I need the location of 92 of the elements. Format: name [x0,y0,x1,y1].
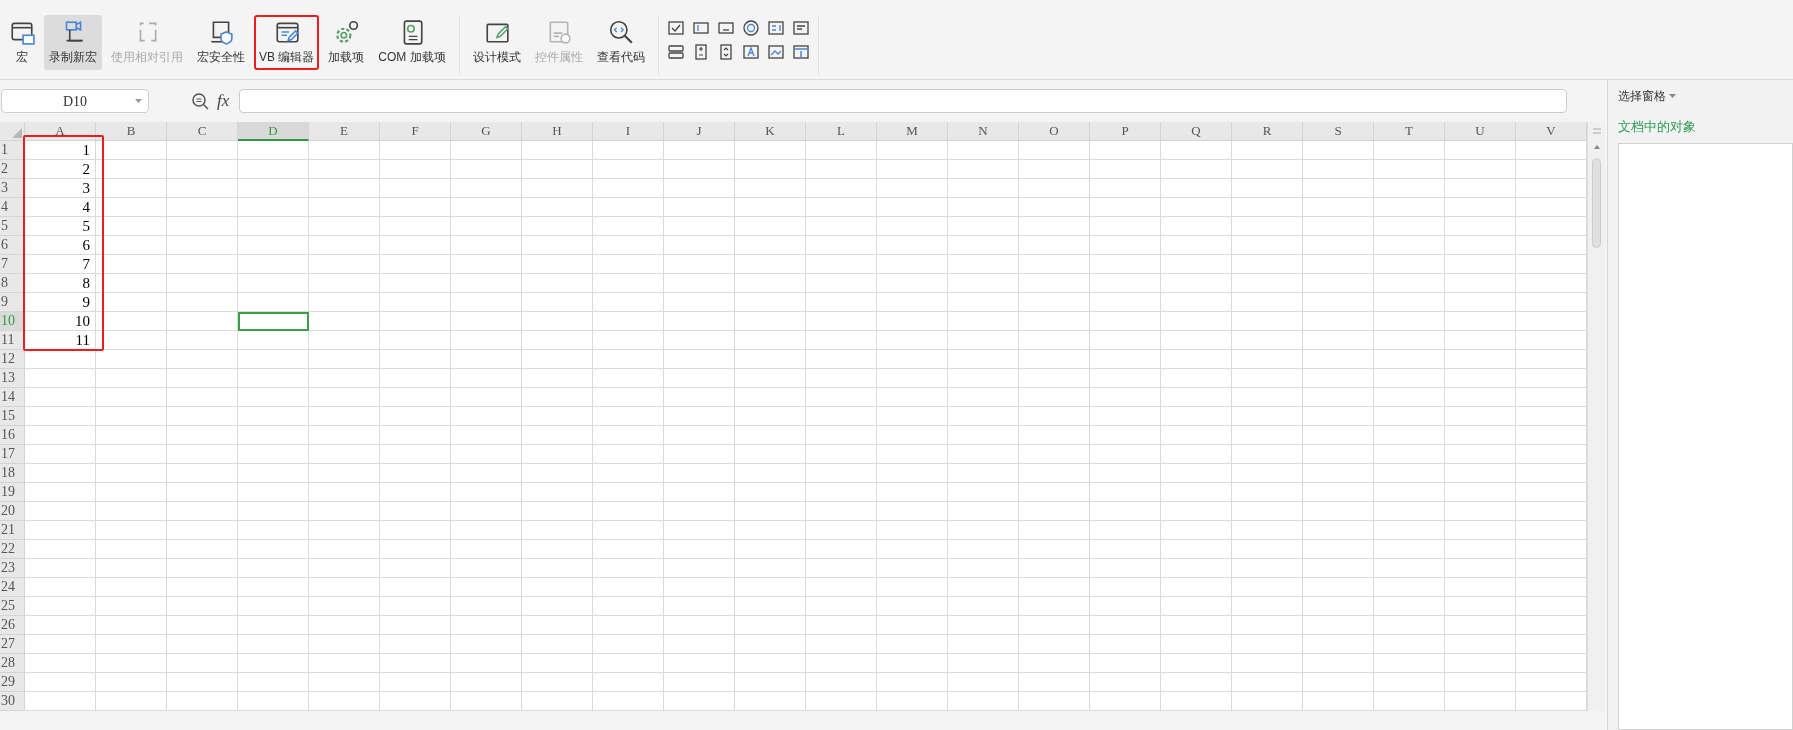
ribbon-button[interactable]: 宏 [4,15,40,70]
row-header[interactable]: 28 [0,654,25,673]
column-header[interactable]: Q [1161,122,1232,141]
row-header[interactable]: 25 [0,597,25,616]
row-header[interactable]: 1 [0,141,25,160]
column-header[interactable]: R [1232,122,1303,141]
shield-icon [208,19,234,45]
row-header[interactable]: 12 [0,350,25,369]
caret-icon [135,99,142,104]
row-header[interactable]: 5 [0,217,25,236]
combo-box-icon[interactable] [791,19,810,37]
row-header[interactable]: 9 [0,293,25,312]
row-header[interactable]: 6 [0,236,25,255]
ribbon-button[interactable]: 录制新宏 [44,15,102,70]
row-header[interactable]: 8 [0,274,25,293]
checkbox-icon[interactable] [666,19,685,37]
row-header[interactable]: 27 [0,635,25,654]
formula-input[interactable] [239,89,1568,113]
ribbon-button[interactable]: 设计模式 [467,15,526,70]
section-heading: 文档中的对象 [1618,118,1697,136]
row-header[interactable]: 22 [0,540,25,559]
row-header[interactable]: 13 [0,369,25,388]
table-cell[interactable]: 7 [25,255,96,274]
ribbon-button[interactable]: COM 加载项 [373,15,451,70]
table-cell[interactable]: 10 [25,312,96,331]
table-cell[interactable]: 11 [25,331,96,350]
vertical-scrollbar[interactable] [1587,122,1605,711]
pane-title[interactable]: 选择窗格 [1618,87,1666,105]
zoom-icon[interactable] [191,92,209,110]
column-header[interactable]: B [96,122,167,141]
radio-icon[interactable] [741,19,760,37]
button-icon[interactable] [666,43,685,61]
row-header[interactable]: 30 [0,692,25,711]
label-icon[interactable] [716,19,735,37]
table-cell[interactable]: 9 [25,293,96,312]
ribbon-button[interactable]: 加载项 [323,15,370,70]
ribbon-button[interactable]: VB 编辑器 [254,15,320,70]
table-cell[interactable]: 1 [25,141,96,160]
table-cell[interactable]: 5 [25,217,96,236]
column-header[interactable]: J [664,122,735,141]
row-header[interactable]: 7 [0,255,25,274]
column-header[interactable]: C [167,122,238,141]
table-cell[interactable]: 2 [25,160,96,179]
row-header[interactable]: 20 [0,502,25,521]
row-header[interactable]: 26 [0,616,25,635]
scroll-thumb[interactable] [1592,158,1601,248]
row-header[interactable]: 2 [0,160,25,179]
ribbon-button[interactable]: 查看代码 [591,15,650,70]
column-header[interactable]: N [948,122,1019,141]
image-icon[interactable] [766,43,785,61]
name-box[interactable]: D10 [1,89,149,113]
column-header[interactable]: O [1019,122,1090,141]
column-header[interactable]: U [1445,122,1516,141]
function-label[interactable]: fx [217,88,230,114]
table-cell[interactable]: 8 [25,274,96,293]
row-header[interactable]: 15 [0,407,25,426]
column-header[interactable]: M [877,122,948,141]
caret-icon [1669,93,1676,99]
column-header[interactable]: T [1374,122,1445,141]
row-header[interactable]: 11 [0,331,25,350]
row-header[interactable]: 3 [0,179,25,198]
row-header[interactable]: 21 [0,521,25,540]
table-cell[interactable]: 4 [25,198,96,217]
row-header[interactable]: 14 [0,388,25,407]
list-box-icon[interactable] [766,19,785,37]
text-box-icon[interactable] [741,43,760,61]
gear-icon [333,19,360,45]
code-search-icon [607,19,634,45]
column-header[interactable]: E [309,122,380,141]
column-header[interactable]: F [380,122,451,141]
row-header[interactable]: 23 [0,559,25,578]
column-header[interactable]: L [806,122,877,141]
row-header[interactable]: 4 [0,198,25,217]
row-header[interactable]: 24 [0,578,25,597]
column-header[interactable]: V [1516,122,1587,141]
column-header[interactable]: I [593,122,664,141]
row-header[interactable]: 19 [0,483,25,502]
row-header[interactable]: 18 [0,464,25,483]
selected-cell[interactable] [238,312,309,331]
column-header[interactable]: K [735,122,806,141]
column-header[interactable]: S [1303,122,1374,141]
row-header[interactable]: 16 [0,426,25,445]
column-header[interactable]: H [522,122,593,141]
table-cell[interactable]: 6 [25,236,96,255]
toggle-icon[interactable] [791,43,810,61]
row-header[interactable]: 29 [0,673,25,692]
column-header[interactable]: P [1090,122,1161,141]
ribbon-button[interactable]: 宏安全性 [192,15,250,70]
column-header[interactable]: G [451,122,522,141]
table-cell[interactable]: 3 [25,179,96,198]
row-header[interactable]: 17 [0,445,25,464]
text-field-icon[interactable] [691,19,710,37]
